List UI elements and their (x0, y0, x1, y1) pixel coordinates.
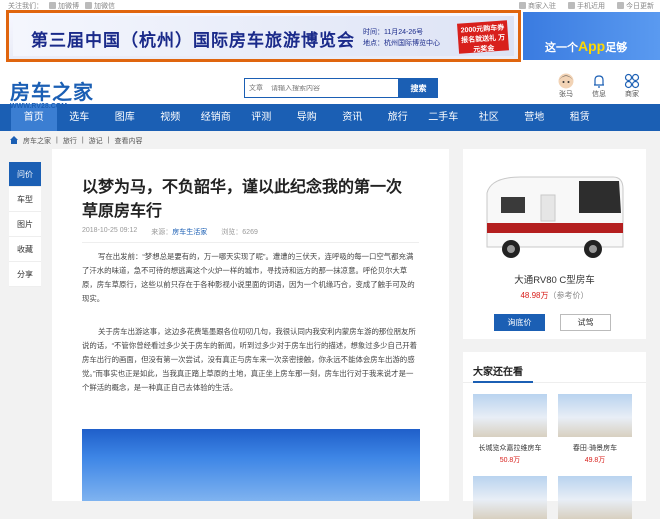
nav-rental[interactable]: 租赁 (557, 104, 603, 131)
main-nav: 首页 选车 图库 视频 经销商 评测 导购 资讯 旅行 二手车 社区 营地 租赁 (0, 104, 660, 131)
article-title: 以梦为马，不负韶华，谨以此纪念我的第一次草原房车行 (82, 179, 403, 220)
also-watching-title: 大家还在看 (473, 367, 523, 378)
bell-icon (589, 72, 609, 89)
article-info: 2018-10-25 09:12 来源：房车生活家 浏览：6269 (82, 227, 258, 237)
article-source: 来源：房车生活家 (151, 229, 208, 236)
article-date: 2018-10-25 09:12 (82, 227, 138, 234)
article-panel: 以梦为马，不负韶华，谨以此纪念我的第一次草原房车行 2018-10-25 09:… (52, 149, 449, 501)
nav-community[interactable]: 社区 (466, 104, 512, 131)
breadcrumb-travel[interactable]: 旅行 (63, 136, 77, 146)
motorhome-image[interactable] (481, 173, 629, 265)
also-watching-card: 大家还在看 长城览众嘉拉维房车 50.8万 春田·骑景房车 49.8万 (463, 352, 646, 519)
nav-gallery[interactable]: 图库 (102, 104, 148, 131)
expo-banner-ad[interactable]: 第三届中国（杭州）国际房车旅游博览会 时间：11月24-26号 地点：杭州国际博… (6, 10, 521, 62)
article-source-link[interactable]: 房车生活家 (172, 229, 207, 236)
featured-model-price: 48.98万（参考价） (520, 291, 589, 300)
nav-video[interactable]: 视频 (148, 104, 194, 131)
article-photo (82, 429, 420, 501)
nav-used[interactable]: 二手车 (421, 104, 467, 131)
nav-guide[interactable]: 导购 (284, 104, 330, 131)
search-box: 文章 (244, 78, 399, 98)
dealer-menu[interactable]: 商家 (622, 72, 642, 99)
article-side-toolbar: 问价 车型 图片 收藏 分享 (9, 162, 41, 287)
calendar-icon (617, 2, 624, 9)
banner-promo-badge: 2000元购车券 报名就送礼 万元奖金 (457, 20, 509, 54)
user-menu[interactable]: 张马 (556, 72, 576, 99)
side-models[interactable]: 车型 (9, 187, 41, 212)
article-paragraph-1: 写在出发前：“梦想总是要有的，万一哪天实现了呢”。遭遭的三伏天，连呼吸的每一口空… (82, 252, 415, 303)
side-share[interactable]: 分享 (9, 262, 41, 287)
nav-camps[interactable]: 营地 (512, 104, 558, 131)
weibo-icon (49, 2, 56, 9)
search-input[interactable] (271, 84, 371, 92)
title-underline (463, 381, 646, 383)
app-ad-text: 这一个App足够 (545, 38, 628, 54)
side-favorite[interactable]: 收藏 (9, 237, 41, 262)
featured-model-card: 大通RV80 C型房车 48.98万（参考价） 询底价 试驾 (463, 149, 646, 339)
watching-thumb-4[interactable] (558, 476, 632, 519)
site-header: 房车之家 WWW.RV28.COM 文章 搜索 张马 信息 商家 (0, 62, 660, 110)
banner-row: 第三届中国（杭州）国际房车旅游博览会 时间：11月24-26号 地点：杭州国际博… (0, 10, 660, 62)
watching-thumb-3[interactable] (473, 476, 547, 519)
nav-travel[interactable]: 旅行 (375, 104, 421, 131)
message-menu[interactable]: 信息 (589, 72, 609, 99)
weixin-icon (85, 2, 92, 9)
article-paragraph-2: 关于房车出游这事，这边多花费笔墨跟各位叨叨几句，我很认同内我安利内蒙房车游的那位… (82, 327, 418, 392)
nav-reviews[interactable]: 评测 (239, 104, 285, 131)
watching-thumb-2[interactable] (558, 394, 632, 437)
grid-icon (622, 72, 642, 89)
dealer-icon (519, 2, 526, 9)
divider (82, 242, 419, 243)
nav-dealers[interactable]: 经销商 (193, 104, 239, 131)
mobile-link[interactable]: 手机近用 (568, 1, 605, 11)
nav-news[interactable]: 资讯 (330, 104, 376, 131)
today-link[interactable]: 今日更新 (617, 1, 654, 11)
avatar-icon (556, 72, 576, 89)
article-views: 浏览：6269 (221, 229, 258, 236)
watching-thumb-1[interactable] (473, 394, 547, 437)
mobile-icon (568, 2, 575, 9)
featured-model-name[interactable]: 大通RV80 C型房车 (463, 272, 646, 286)
app-ad[interactable]: 这一个App足够 (523, 12, 660, 60)
header-icons: 张马 信息 商家 (556, 72, 642, 99)
breadcrumb-current: 查看内容 (114, 137, 143, 145)
breadcrumb: 房车之家 | 旅行 | 游记 | 查看内容 (0, 131, 660, 150)
home-icon (10, 135, 18, 146)
banner-time: 时间：11月24-26号 (363, 29, 424, 36)
watching-price-2: 49.8万 (584, 457, 606, 464)
breadcrumb-home[interactable]: 房车之家 (23, 136, 51, 146)
side-ask-price[interactable]: 问价 (9, 162, 41, 187)
test-drive-button[interactable]: 试驾 (560, 314, 611, 331)
watching-name-1[interactable]: 长城览众嘉拉维房车 (473, 443, 547, 453)
breadcrumb-notes[interactable]: 游记 (89, 136, 103, 146)
side-images[interactable]: 图片 (9, 212, 41, 237)
site-logo[interactable]: 房车之家 WWW.RV28.COM (10, 76, 94, 110)
search-button[interactable]: 搜索 (399, 78, 438, 98)
banner-place: 地点：杭州国际博览中心 (363, 40, 440, 47)
banner-meta: 时间：11月24-26号 地点：杭州国际博览中心 (363, 27, 440, 49)
search-category[interactable]: 文章 (249, 83, 263, 93)
banner-title: 第三届中国（杭州）国际房车旅游博览会 (31, 31, 355, 50)
watching-price-1: 50.8万 (499, 457, 521, 464)
dealer-link[interactable]: 商家入驻 (519, 1, 556, 11)
ask-price-button[interactable]: 询底价 (494, 314, 545, 331)
watching-name-2[interactable]: 春田·骑景房车 (558, 443, 632, 453)
